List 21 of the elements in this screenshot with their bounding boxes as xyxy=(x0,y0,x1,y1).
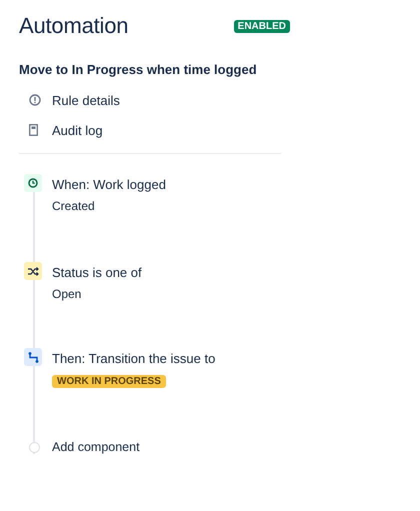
nav-link[interactable]: Rule details xyxy=(52,92,120,108)
status-lozenge: ENABLED xyxy=(234,20,290,32)
nav-link[interactable]: Audit log xyxy=(52,122,103,138)
document-icon xyxy=(29,124,38,136)
condition-badge[interactable] xyxy=(24,262,42,280)
step-title[interactable]: Then: Transition the issue to xyxy=(52,351,216,366)
rule-name: Move to In Progress when time logged xyxy=(19,62,258,77)
step-detail: Created xyxy=(52,199,95,213)
add-component-link[interactable]: Add component xyxy=(52,440,140,454)
trigger-badge[interactable] xyxy=(24,174,42,192)
step-detail: Open xyxy=(52,287,82,301)
clock-icon xyxy=(28,178,38,188)
info-icon xyxy=(29,94,41,106)
transition-icon xyxy=(28,352,38,362)
page-title: Automation xyxy=(19,13,128,39)
add-node-icon[interactable] xyxy=(29,442,40,452)
shuffle-icon xyxy=(28,266,38,276)
action-badge[interactable] xyxy=(24,348,42,366)
step-title[interactable]: When: Work logged xyxy=(52,177,166,192)
status-lozenge: WORK IN PROGRESS xyxy=(52,375,166,388)
step-title[interactable]: Status is one of xyxy=(52,265,142,280)
